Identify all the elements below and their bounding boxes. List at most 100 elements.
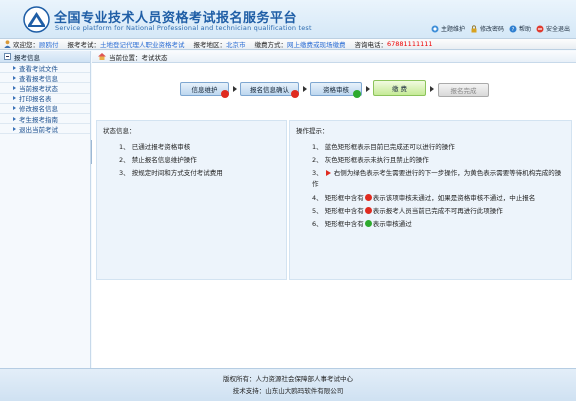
help-label: 帮助 bbox=[518, 26, 531, 33]
pay-method-value: 网上缴费或现场缴费 bbox=[287, 41, 346, 49]
user-name: 顾鸥付 bbox=[39, 41, 59, 49]
theme-link[interactable]: 主题维护 bbox=[431, 24, 465, 33]
status-item: 3、 按规定时间和方式支付考试费用 bbox=[119, 169, 223, 177]
tips-panel: 操作提示： 1、 蓝色矩形框表示目前已完成还可以进行的操作 2、 灰色矩形框表示… bbox=[289, 120, 572, 280]
copyright-text: 版权所有：人力资源社会保障部人事考试中心 bbox=[223, 375, 353, 383]
status-item: 2、 禁止报名信息维护操作 bbox=[119, 156, 197, 164]
theme-icon bbox=[431, 25, 439, 32]
phone-value: 67881111111 bbox=[387, 40, 433, 48]
stop-icon bbox=[364, 207, 372, 214]
sidebar-item-label: 修改报名信息 bbox=[19, 105, 58, 114]
bullet-arrow-icon bbox=[13, 96, 16, 101]
step-label: 报名完成 bbox=[450, 87, 477, 95]
breadcrumb-current: 考试状态 bbox=[141, 53, 168, 62]
step-label: 资格审核 bbox=[323, 86, 349, 94]
site-subtitle: Service platform for National Profession… bbox=[55, 24, 312, 32]
tips-panel-title: 操作提示： bbox=[296, 127, 329, 135]
tip-text: 6、 矩形框中含有 bbox=[312, 220, 364, 228]
tip-text: 5、 矩形框中含有 bbox=[312, 207, 364, 215]
step-arrow-icon bbox=[366, 86, 370, 92]
exit-icon bbox=[536, 25, 544, 32]
status-panel-title: 状态信息： bbox=[103, 127, 136, 135]
tip-item: 5、 矩形框中含有 表示报考人员当前已完成不可再进行此项操作 bbox=[296, 205, 565, 218]
exam-label: 报考考试： bbox=[67, 41, 101, 49]
step-info-maintenance[interactable]: 信息维护 bbox=[180, 82, 229, 98]
logout-link[interactable]: 安全退出 bbox=[536, 24, 570, 33]
tip-item: 3、 右侧为绿色表示考生需要进行的下一步操作，为黄色表示需要等待机构完成的操作 bbox=[296, 168, 565, 190]
home-icon bbox=[98, 53, 106, 60]
bullet-arrow-icon bbox=[13, 75, 16, 80]
step-arrow-icon bbox=[303, 86, 307, 92]
step-qualification-review[interactable]: 资格审核 bbox=[310, 82, 362, 98]
sidebar-item-label: 查看报考信息 bbox=[19, 74, 58, 83]
info-panels: 状态信息： 1、 已通过报考资格审核 2、 禁止报名信息维护操作 3、 按规定时… bbox=[96, 120, 572, 280]
exam-value: 土地登记代理人职业资格考试 bbox=[100, 41, 185, 49]
red-arrow-icon bbox=[325, 170, 331, 176]
tip-text: 表示报考人员当前已完成不可再进行此项操作 bbox=[372, 207, 503, 215]
arrow-marker-icon bbox=[291, 90, 299, 98]
stop-icon bbox=[221, 90, 229, 98]
bullet-arrow-icon bbox=[13, 85, 16, 90]
tip-text: 4、 矩形框中含有 bbox=[312, 194, 364, 202]
bullet-arrow-icon bbox=[13, 126, 16, 131]
step-payment[interactable]: 缴 费 bbox=[373, 80, 426, 96]
sidebar-item-view-registration[interactable]: 查看报考信息 bbox=[0, 73, 90, 84]
status-item: 1、 已通过报考资格审核 bbox=[119, 143, 191, 151]
user-icon bbox=[4, 40, 11, 48]
sidebar-item-print-form[interactable]: 打印报名表 bbox=[0, 94, 90, 104]
sidebar-item-view-exam-files[interactable]: 查看考试文件 bbox=[0, 63, 90, 74]
step-label: 报名信息确认 bbox=[250, 86, 289, 94]
region-value: 北京市 bbox=[226, 41, 246, 49]
tip-text: 表示该项审核未通过，如果是资格审核不通过，中止报名 bbox=[372, 194, 536, 202]
tip-item: 1、 蓝色矩形框表示目前已完成还可以进行的操作 bbox=[312, 143, 455, 151]
check-icon bbox=[364, 220, 372, 227]
sidebar-item-label: 退出当前考试 bbox=[19, 125, 58, 134]
tip-item: 4、 矩形框中含有 表示该项审核未通过，如果是资格审核不通过，中止报名 bbox=[296, 192, 565, 205]
region-label: 报考地区： bbox=[193, 41, 227, 49]
tip-text: 表示审核通过 bbox=[372, 220, 412, 228]
footer: 版权所有：人力资源社会保障部人事考试中心 技术支持：山东山大鸥玛软件有限公司 bbox=[0, 368, 576, 401]
help-icon: ? bbox=[509, 25, 517, 33]
bullet-arrow-icon bbox=[13, 106, 16, 111]
sidebar-item-exit-exam[interactable]: 退出当前考试 bbox=[0, 124, 90, 135]
breadcrumb: 当前位置： 考试状态 bbox=[92, 51, 576, 63]
change-password-link[interactable]: 修改密码 bbox=[470, 24, 504, 33]
help-link[interactable]: ? 帮助 bbox=[509, 24, 531, 33]
sidebar-item-guide[interactable]: 考生报考指南 bbox=[0, 114, 90, 125]
progress-steps: 信息维护 报名信息确认 资格审核 缴 费 报名完成 bbox=[96, 67, 572, 114]
step-arrow-icon bbox=[233, 86, 237, 92]
pay-method-label: 缴费方式： bbox=[254, 41, 288, 49]
collapse-icon[interactable] bbox=[4, 53, 11, 60]
theme-link-label: 主题维护 bbox=[440, 26, 465, 33]
svg-text:?: ? bbox=[512, 27, 515, 33]
step-arrow-icon bbox=[430, 86, 434, 92]
top-links: 主题维护 修改密码 ? 帮助 安全退出 bbox=[431, 24, 570, 33]
tip-item: 6、 矩形框中含有 表示审核通过 bbox=[296, 218, 565, 231]
warning-icon bbox=[364, 194, 372, 201]
step-label: 信息维护 bbox=[191, 86, 218, 94]
tip-text: 右侧为绿色表示考生需要进行的下一步操作，为黄色表示需要等待机构完成的操作 bbox=[312, 169, 562, 188]
sidebar-item-current-status[interactable]: 当前报考状态 bbox=[0, 83, 90, 94]
sidebar-header[interactable]: 报考信息 bbox=[0, 51, 90, 63]
bullet-arrow-icon bbox=[13, 65, 16, 70]
logo-icon bbox=[23, 6, 50, 33]
sidebar-item-label: 查看考试文件 bbox=[19, 64, 58, 73]
tip-item: 2、 灰色矩形框表示未执行且禁止的操作 bbox=[312, 156, 429, 164]
main-content: 当前位置： 考试状态 信息维护 报名信息确认 资格审核 缴 费 报名完成 状态信… bbox=[92, 51, 576, 368]
lock-icon bbox=[471, 24, 477, 32]
bullet-arrow-icon bbox=[13, 116, 16, 121]
header: 全国专业技术人员资格考试报名服务平台 Service platform for … bbox=[0, 0, 576, 38]
user-info-bar: 欢迎您： 顾鸥付 报考考试： 土地登记代理人职业资格考试 报考地区： 北京市 缴… bbox=[0, 38, 576, 50]
welcome-label: 欢迎您： bbox=[13, 41, 39, 49]
step-registration-confirm[interactable]: 报名信息确认 bbox=[240, 82, 299, 98]
sidebar-item-label: 考生报考指南 bbox=[19, 115, 58, 124]
tip-number: 3、 bbox=[312, 169, 323, 177]
logout-label: 安全退出 bbox=[545, 26, 570, 33]
tech-support-text: 技术支持：山东山大鸥玛软件有限公司 bbox=[232, 387, 344, 395]
sidebar-title: 报考信息 bbox=[14, 53, 40, 62]
change-password-label: 修改密码 bbox=[479, 26, 504, 33]
sidebar: 报考信息 查看考试文件 查看报考信息 当前报考状态 打印报名表 修改报名信息 考… bbox=[0, 51, 91, 368]
phone-label: 咨询电话： bbox=[354, 41, 388, 49]
sidebar-item-edit-registration[interactable]: 修改报名信息 bbox=[0, 104, 90, 114]
sidebar-item-label: 当前报考状态 bbox=[19, 84, 58, 93]
